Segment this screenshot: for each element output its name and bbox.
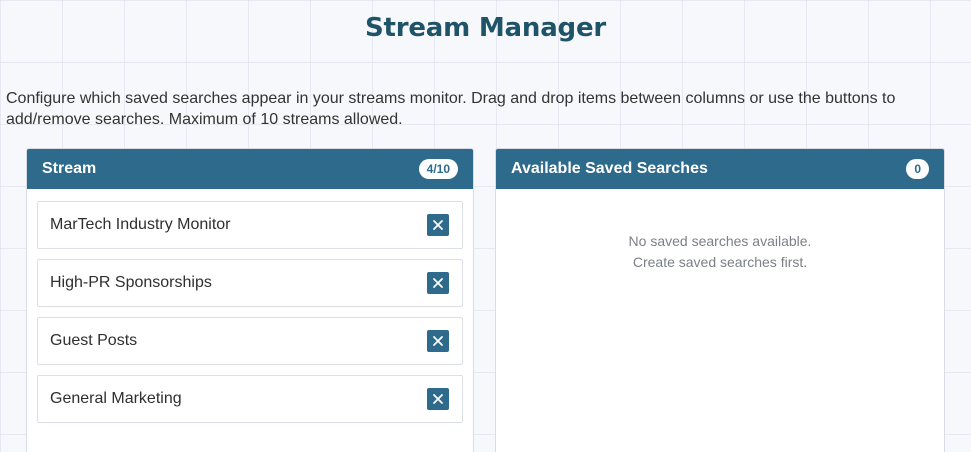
remove-stream-button[interactable] [427,330,449,352]
close-icon [433,394,443,404]
page-header: Stream Manager [0,0,971,63]
stream-item-label: High-PR Sponsorships [50,274,212,291]
stream-item[interactable]: High-PR Sponsorships [37,259,463,307]
stream-panel-title: Stream [42,160,97,177]
stream-item[interactable]: General Marketing [37,375,463,423]
remove-stream-button[interactable] [427,388,449,410]
close-icon [433,336,443,346]
stream-panel-header: Stream 4/10 [27,149,473,189]
page-description: Configure which saved searches appear in… [6,90,896,128]
page-title: Stream Manager [364,13,607,43]
empty-state-message: No saved searches available. [628,233,812,249]
empty-state-hint: Create saved searches first. [632,254,808,270]
stream-panel: Stream 4/10 MarTech Industry Monitor Hig… [26,148,474,452]
close-icon [433,220,443,230]
stream-list: MarTech Industry Monitor High-PR Sponsor… [27,189,473,423]
remove-stream-button[interactable] [427,272,449,294]
available-panel-header: Available Saved Searches 0 [496,149,944,189]
stream-item[interactable]: Guest Posts [37,317,463,365]
stream-item-label: Guest Posts [50,332,138,349]
close-icon [433,278,443,288]
stream-item-label: MarTech Industry Monitor [50,216,231,233]
available-searches-panel: Available Saved Searches 0 No saved sear… [495,148,945,452]
available-panel-title: Available Saved Searches [511,160,708,177]
available-count-badge: 0 [906,159,929,179]
remove-stream-button[interactable] [427,214,449,236]
empty-state: No saved searches available. Create save… [496,231,944,273]
stream-item-label: General Marketing [50,390,182,407]
stream-item[interactable]: MarTech Industry Monitor [37,201,463,249]
stream-count-badge: 4/10 [418,159,458,179]
